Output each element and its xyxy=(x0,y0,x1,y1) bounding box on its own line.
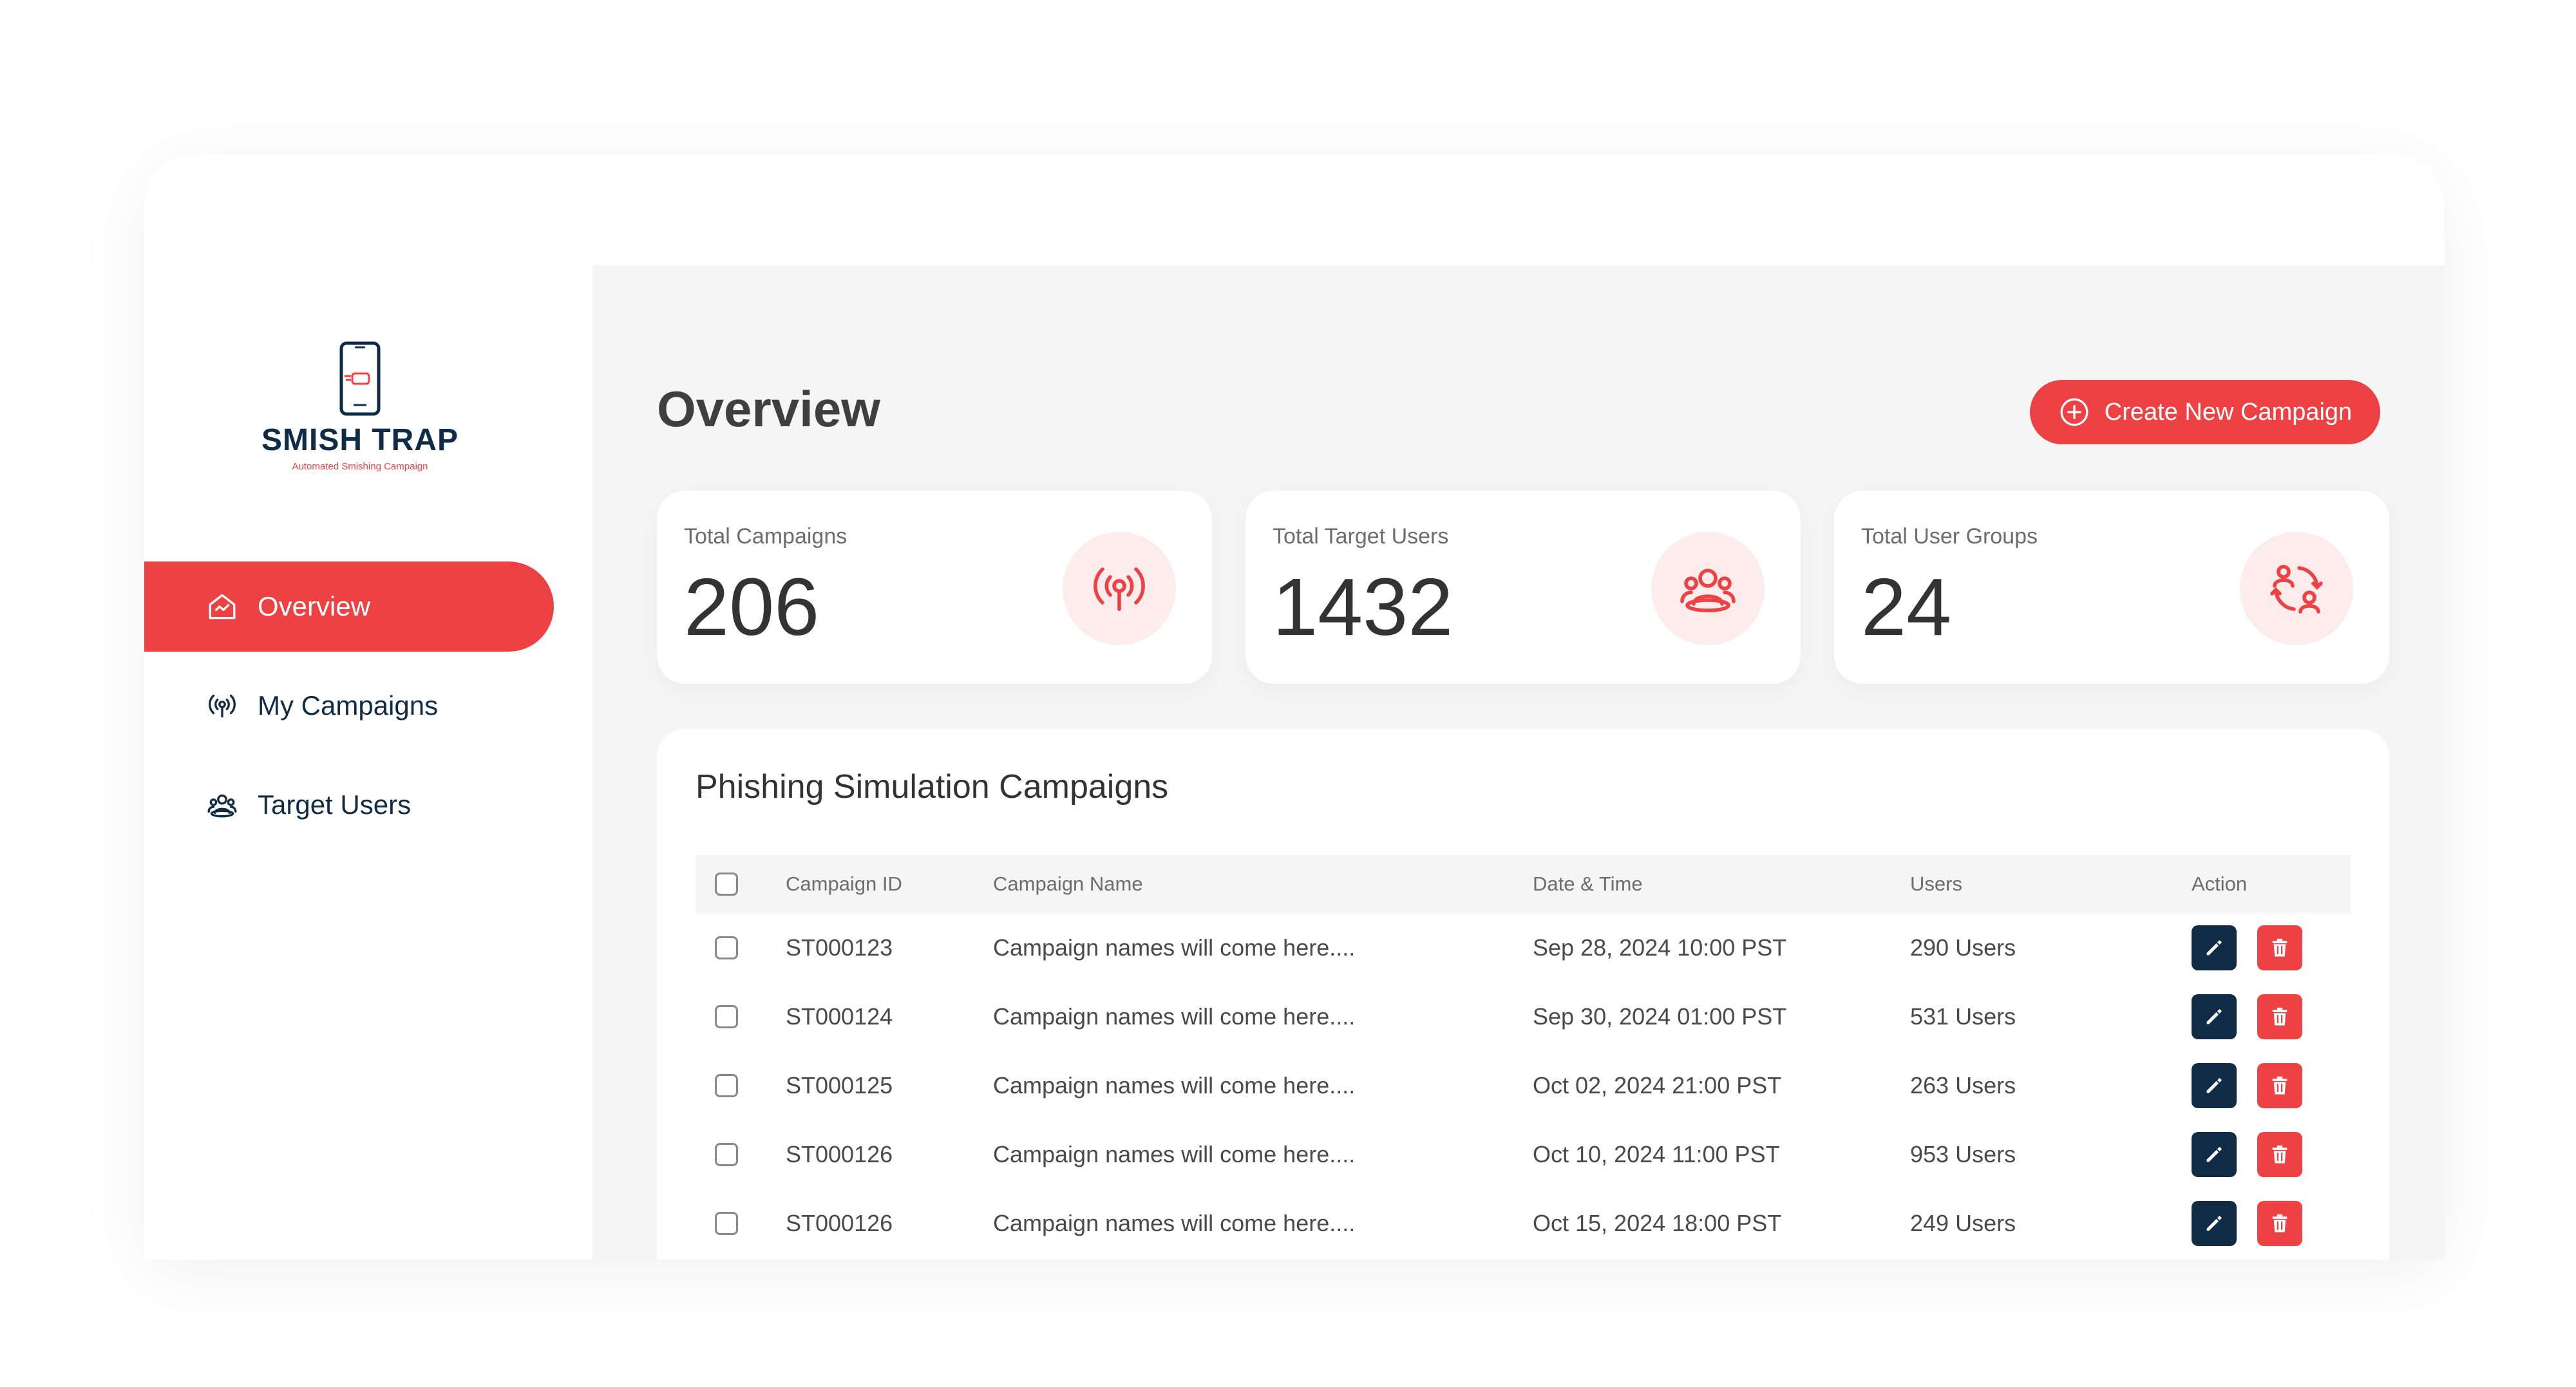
edit-button[interactable] xyxy=(2192,994,2237,1039)
users-icon xyxy=(1651,532,1765,645)
row-checkbox[interactable] xyxy=(715,1142,738,1166)
campaign-date: Sep 28, 2024 10:00 PST xyxy=(1533,934,1787,961)
pencil-icon xyxy=(2206,1077,2222,1093)
row-checkbox[interactable] xyxy=(715,1211,738,1235)
brand-subtitle: Automated Smishing Campaign xyxy=(292,461,428,472)
edit-button[interactable] xyxy=(2192,1200,2237,1246)
pencil-icon xyxy=(2206,1146,2222,1162)
campaigns-table: Campaign ID Campaign Name Date & Time Us… xyxy=(696,855,2351,1258)
pencil-icon xyxy=(2206,1008,2222,1024)
broadcast-icon xyxy=(209,694,236,718)
stat-value: 24 xyxy=(1861,561,1952,652)
table-row: ST000125 Campaign names will come here..… xyxy=(696,1051,2351,1120)
stat-value: 206 xyxy=(684,561,820,652)
sidebar-item-label: Target Users xyxy=(258,789,412,820)
campaign-users: 953 Users xyxy=(1910,1140,2016,1167)
stats-cards: Total Campaigns 206 Total Target Users 1… xyxy=(657,491,2389,684)
stat-card-total-user-groups: Total User Groups 24 xyxy=(1834,491,2389,684)
campaign-users: 531 Users xyxy=(1910,1003,2016,1030)
column-header-action: Action xyxy=(2192,873,2248,895)
user-groups-icon xyxy=(2240,532,2353,645)
campaign-date: Sep 30, 2024 01:00 PST xyxy=(1533,1003,1787,1030)
stat-label: Total Campaigns xyxy=(684,524,848,549)
sidebar-item-my-campaigns[interactable]: My Campaigns xyxy=(144,661,554,751)
campaign-date: Oct 15, 2024 18:00 PST xyxy=(1533,1209,1782,1236)
brand-logo: SMISH TRAP Automated Smishing Campaign xyxy=(254,341,466,472)
column-header-users: Users xyxy=(1910,873,1962,895)
table-row: ST000126 Campaign names will come here..… xyxy=(696,1120,2351,1189)
trash-icon xyxy=(2272,938,2287,956)
create-new-campaign-button[interactable]: Create New Campaign xyxy=(2030,380,2380,444)
plus-circle-icon xyxy=(2060,398,2088,426)
pencil-icon xyxy=(2206,939,2222,955)
edit-button[interactable] xyxy=(2192,925,2237,970)
table-row: ST000123 Campaign names will come here..… xyxy=(696,913,2351,982)
column-header-campaign-name: Campaign Name xyxy=(993,873,1143,895)
delete-button[interactable] xyxy=(2257,1200,2302,1246)
campaign-date: Oct 02, 2024 21:00 PST xyxy=(1533,1071,1782,1099)
campaign-name: Campaign names will come here.... xyxy=(993,934,1356,961)
edit-button[interactable] xyxy=(2192,1131,2237,1177)
delete-button[interactable] xyxy=(2257,925,2302,970)
campaign-users: 263 Users xyxy=(1910,1071,2016,1099)
edit-button[interactable] xyxy=(2192,1062,2237,1108)
page-title: Overview xyxy=(657,381,880,437)
create-new-campaign-label: Create New Campaign xyxy=(2104,398,2353,426)
sidebar-item-label: Overview xyxy=(258,591,371,621)
select-all-checkbox[interactable] xyxy=(715,873,738,896)
stat-value: 1432 xyxy=(1273,561,1454,652)
campaign-users: 249 Users xyxy=(1910,1209,2016,1236)
campaigns-table-card: Phishing Simulation Campaigns Campaign I… xyxy=(657,729,2389,1260)
stat-label: Total Target Users xyxy=(1273,524,1449,549)
campaign-name: Campaign names will come here.... xyxy=(993,1071,1356,1099)
delete-button[interactable] xyxy=(2257,994,2302,1039)
campaign-name: Campaign names will come here.... xyxy=(993,1003,1356,1030)
delete-button[interactable] xyxy=(2257,1062,2302,1108)
main-content: Overview Create New Campaign Total Campa… xyxy=(592,265,2445,1260)
dashboard-icon xyxy=(209,594,236,619)
sidebar-item-target-users[interactable]: Target Users xyxy=(144,760,554,850)
campaign-id: ST000125 xyxy=(786,1071,893,1099)
campaign-id: ST000123 xyxy=(786,934,893,961)
column-header-campaign-id: Campaign ID xyxy=(786,873,902,895)
table-header-row: Campaign ID Campaign Name Date & Time Us… xyxy=(696,855,2351,913)
campaign-id: ST000124 xyxy=(786,1003,893,1030)
row-checkbox[interactable] xyxy=(715,936,738,959)
trash-icon xyxy=(2272,1007,2287,1025)
pencil-icon xyxy=(2206,1215,2222,1231)
broadcast-icon xyxy=(1063,532,1176,645)
phone-icon xyxy=(339,341,381,416)
campaign-users: 290 Users xyxy=(1910,934,2016,961)
campaign-id: ST000126 xyxy=(786,1209,893,1236)
row-checkbox[interactable] xyxy=(715,1005,738,1028)
trash-icon xyxy=(2272,1145,2287,1163)
sidebar: SMISH TRAP Automated Smishing Campaign O… xyxy=(144,155,592,1260)
campaign-date: Oct 10, 2024 11:00 PST xyxy=(1533,1140,1780,1167)
row-checkbox[interactable] xyxy=(715,1073,738,1097)
brand-title: SMISH TRAP xyxy=(261,423,459,457)
stat-label: Total User Groups xyxy=(1861,524,2038,549)
table-row: ST000124 Campaign names will come here..… xyxy=(696,982,2351,1051)
trash-icon xyxy=(2272,1076,2287,1094)
sidebar-item-overview[interactable]: Overview xyxy=(144,561,554,652)
users-icon xyxy=(207,794,237,818)
sidebar-item-label: My Campaigns xyxy=(258,690,439,721)
column-header-date-time: Date & Time xyxy=(1533,873,1643,895)
app-window: SMISH TRAP Automated Smishing Campaign O… xyxy=(144,155,2445,1260)
stat-card-total-target-users: Total Target Users 1432 xyxy=(1245,491,1801,684)
trash-icon xyxy=(2272,1214,2287,1232)
delete-button[interactable] xyxy=(2257,1131,2302,1177)
table-title: Phishing Simulation Campaigns xyxy=(696,768,1169,806)
stat-card-total-campaigns: Total Campaigns 206 xyxy=(657,491,1212,684)
campaign-id: ST000126 xyxy=(786,1140,893,1167)
sidebar-nav: Overview My Campaigns Target Users xyxy=(144,561,592,859)
campaign-name: Campaign names will come here.... xyxy=(993,1209,1356,1236)
campaign-name: Campaign names will come here.... xyxy=(993,1140,1356,1167)
table-row: ST000126 Campaign names will come here..… xyxy=(696,1189,2351,1258)
